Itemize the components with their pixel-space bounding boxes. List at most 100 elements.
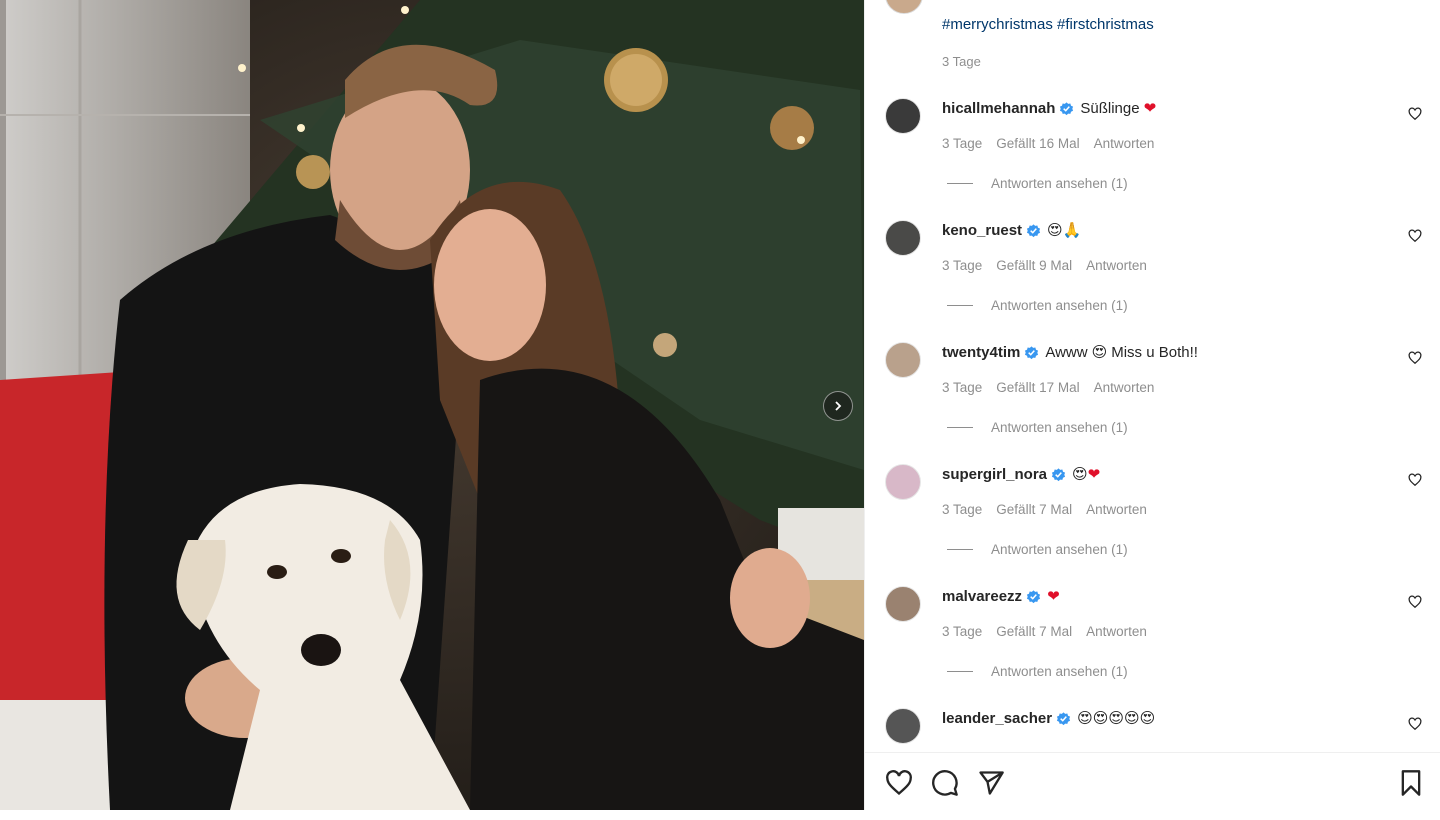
emoji-glyph: 😍 xyxy=(1072,466,1088,483)
commenter-avatar[interactable] xyxy=(885,220,921,256)
emoji-glyph: ❤ xyxy=(1087,466,1101,483)
comment-text: Awww xyxy=(1045,344,1088,361)
view-replies-label: Antworten ansehen (1) xyxy=(991,176,1128,191)
comment-line: leander_sacher 😍😍😍😍😍 xyxy=(942,710,1155,727)
comment-emoji: 😍 xyxy=(1092,344,1108,361)
comment-meta: 3 Tage Gefällt 17 Mal Antworten xyxy=(942,380,1154,395)
emoji-glyph: 😍 xyxy=(1092,710,1109,727)
comment-timestamp[interactable]: 3 Tage xyxy=(942,136,982,151)
action-bar xyxy=(865,752,1440,811)
comment-reply-button[interactable]: Antworten xyxy=(1094,380,1155,395)
view-replies-label: Antworten ansehen (1) xyxy=(991,664,1128,679)
verified-badge-icon xyxy=(1057,712,1071,726)
comment-like-count[interactable]: Gefällt 9 Mal xyxy=(996,258,1072,273)
speech-bubble-icon[interactable] xyxy=(931,769,959,797)
replies-dash xyxy=(947,305,973,306)
comment-item: hicallmehannah Süßlinge ❤ 3 Tage Gefällt… xyxy=(865,98,1440,210)
photo-illustration xyxy=(0,0,864,810)
paper-plane-icon[interactable] xyxy=(977,769,1005,797)
comment-username[interactable]: supergirl_nora xyxy=(942,466,1047,483)
replies-dash xyxy=(947,427,973,428)
comment-username[interactable]: hicallmehannah xyxy=(942,100,1055,117)
chevron-right-icon xyxy=(835,401,842,411)
view-replies-button[interactable]: Antworten ansehen (1) xyxy=(947,420,1128,435)
commenter-avatar[interactable] xyxy=(885,342,921,378)
comment-reply-button[interactable]: Antworten xyxy=(1086,502,1147,517)
view-replies-button[interactable]: Antworten ansehen (1) xyxy=(947,542,1128,557)
comment-item: malvareezz ❤ 3 Tage Gefällt 7 Mal Antwor… xyxy=(865,586,1440,698)
comment-like-heart-icon[interactable] xyxy=(1408,229,1422,243)
carousel-next-button[interactable] xyxy=(823,391,853,421)
comment-emoji: ❤ xyxy=(1144,100,1157,117)
comment-reply-button[interactable]: Antworten xyxy=(1094,136,1155,151)
comment-timestamp[interactable]: 3 Tage xyxy=(942,380,982,395)
emoji-glyph: 🙏 xyxy=(1062,222,1082,239)
comment-text: Süßlinge xyxy=(1080,100,1140,117)
comment-like-count[interactable]: Gefällt 17 Mal xyxy=(996,380,1079,395)
comment-like-heart-icon[interactable] xyxy=(1408,473,1422,487)
emoji-glyph: ❤ xyxy=(1143,100,1157,117)
comment-username[interactable]: malvareezz xyxy=(942,588,1022,605)
comment-like-count[interactable]: Gefällt 7 Mal xyxy=(996,624,1072,639)
comment-emoji: ❤ xyxy=(1047,588,1060,605)
comments-panel: #merrychristmas #firstchristmas 3 Tage h… xyxy=(864,0,1440,811)
view-replies-label: Antworten ansehen (1) xyxy=(991,542,1128,557)
comment-emoji: 😍🙏 xyxy=(1047,222,1081,239)
emoji-glyph: 😍 xyxy=(1047,222,1063,239)
emoji-glyph: 😍 xyxy=(1139,710,1156,727)
comment-like-heart-icon[interactable] xyxy=(1408,595,1422,609)
commenter-avatar[interactable] xyxy=(885,98,921,134)
view-replies-label: Antworten ansehen (1) xyxy=(991,298,1128,313)
emoji-glyph: 😍 xyxy=(1108,710,1124,727)
comment-meta: 3 Tage Gefällt 7 Mal Antworten xyxy=(942,624,1147,639)
comment-username[interactable]: leander_sacher xyxy=(942,710,1052,727)
comment-timestamp[interactable]: 3 Tage xyxy=(942,502,982,517)
commenter-avatar[interactable] xyxy=(885,586,921,622)
comment-line: malvareezz ❤ xyxy=(942,588,1060,605)
caption-hashtags[interactable]: #merrychristmas #firstchristmas xyxy=(942,16,1154,33)
view-replies-button[interactable]: Antworten ansehen (1) xyxy=(947,298,1128,313)
comment-meta: 3 Tage Gefällt 7 Mal Antworten xyxy=(942,502,1147,517)
comment-item: twenty4tim Awww 😍 Miss u Both!! 3 Tage G… xyxy=(865,342,1440,454)
verified-badge-icon xyxy=(1060,102,1074,116)
comment-like-heart-icon[interactable] xyxy=(1408,107,1422,121)
heart-outline-icon[interactable] xyxy=(885,769,913,797)
comment-like-count[interactable]: Gefällt 16 Mal xyxy=(996,136,1079,151)
comment-meta: 3 Tage Gefällt 16 Mal Antworten xyxy=(942,136,1154,151)
verified-badge-icon xyxy=(1051,468,1066,482)
comment-timestamp[interactable]: 3 Tage xyxy=(942,624,982,639)
verified-badge-icon xyxy=(1027,590,1041,604)
commenter-avatar[interactable] xyxy=(885,464,921,500)
comment-item: supergirl_nora 😍❤ 3 Tage Gefällt 7 Mal A… xyxy=(865,464,1440,576)
view-replies-button[interactable]: Antworten ansehen (1) xyxy=(947,664,1128,679)
emoji-glyph: 😍 xyxy=(1124,710,1140,727)
comment-reply-button[interactable]: Antworten xyxy=(1086,624,1147,639)
verified-badge-icon xyxy=(1026,224,1041,238)
replies-dash xyxy=(947,183,973,184)
replies-dash xyxy=(947,671,973,672)
commenter-avatar[interactable] xyxy=(885,708,921,744)
author-avatar[interactable] xyxy=(885,0,923,14)
comment-line: supergirl_nora 😍❤ xyxy=(942,466,1100,483)
emoji-glyph: 😍 xyxy=(1077,710,1093,727)
verified-badge-icon xyxy=(1025,346,1039,360)
bookmark-icon[interactable] xyxy=(1397,769,1425,797)
comment-item: keno_ruest 😍🙏 3 Tage Gefällt 9 Mal Antwo… xyxy=(865,220,1440,332)
comment-line: keno_ruest 😍🙏 xyxy=(942,222,1081,239)
emoji-glyph: ❤ xyxy=(1047,588,1060,605)
emoji-glyph: 😍 xyxy=(1091,344,1108,361)
comment-username[interactable]: keno_ruest xyxy=(942,222,1022,239)
view-replies-button[interactable]: Antworten ansehen (1) xyxy=(947,176,1128,191)
comment-like-heart-icon[interactable] xyxy=(1408,717,1422,731)
comment-like-heart-icon[interactable] xyxy=(1408,351,1422,365)
comment-emoji: 😍😍😍😍😍 xyxy=(1077,710,1155,727)
comment-username[interactable]: twenty4tim xyxy=(942,344,1020,361)
post-photo xyxy=(0,0,864,810)
view-replies-label: Antworten ansehen (1) xyxy=(991,420,1128,435)
comment-text-after: Miss u Both!! xyxy=(1111,344,1198,361)
caption-timestamp[interactable]: 3 Tage xyxy=(942,54,981,69)
comment-line: hicallmehannah Süßlinge ❤ xyxy=(942,100,1156,117)
comment-reply-button[interactable]: Antworten xyxy=(1086,258,1147,273)
comment-like-count[interactable]: Gefällt 7 Mal xyxy=(996,502,1072,517)
comment-timestamp[interactable]: 3 Tage xyxy=(942,258,982,273)
